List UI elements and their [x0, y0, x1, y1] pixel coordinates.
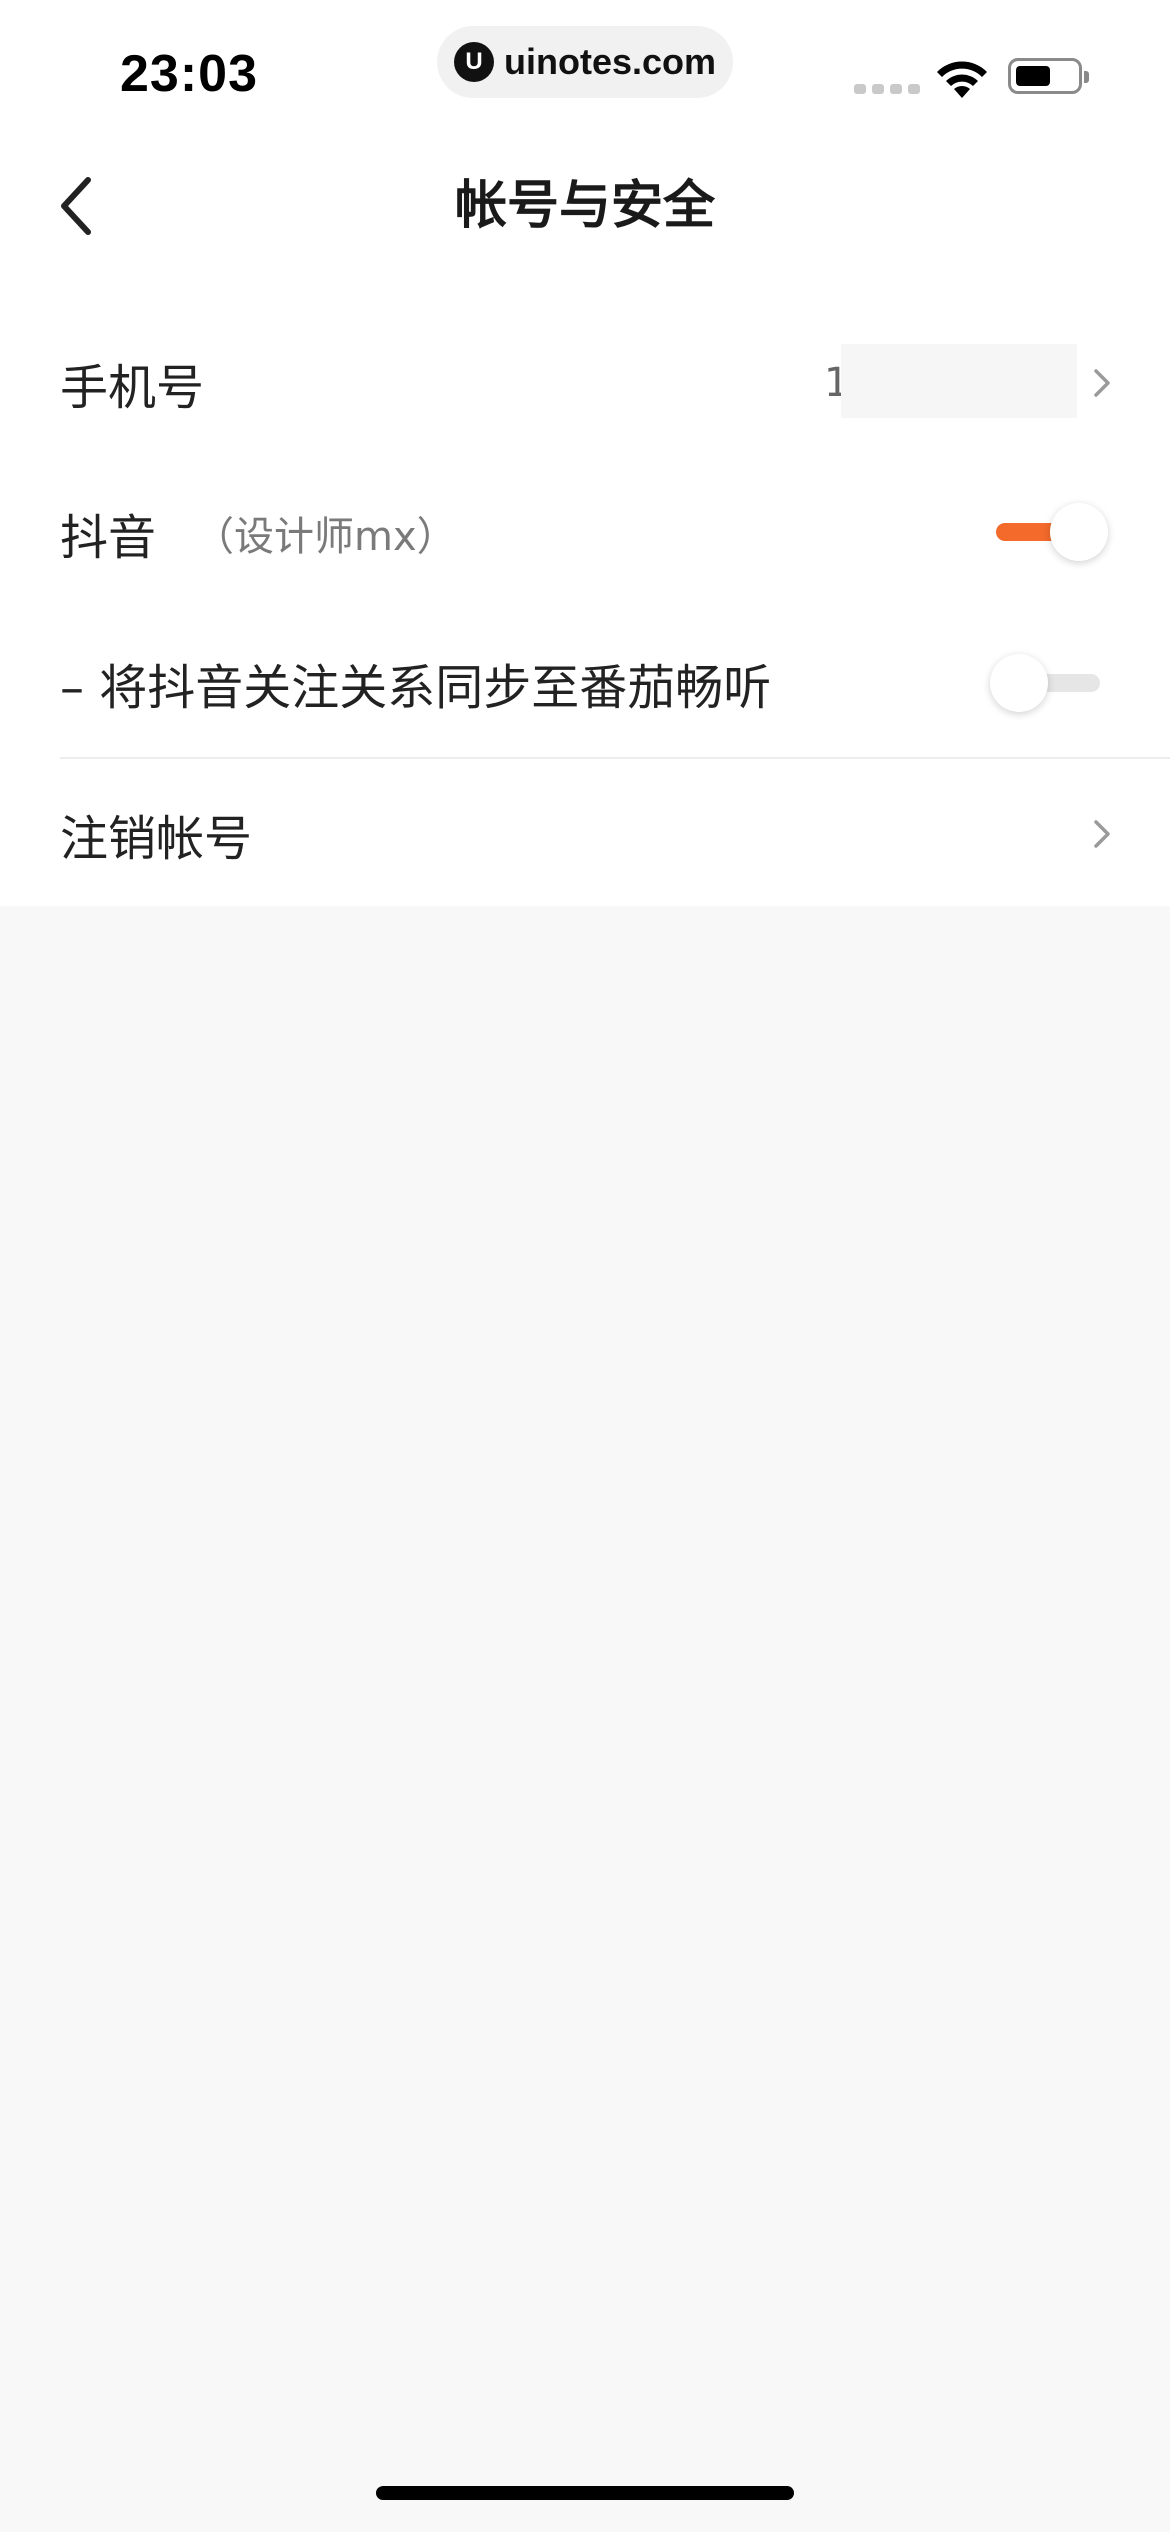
back-button[interactable]: [50, 168, 120, 244]
home-indicator: [376, 2486, 794, 2500]
battery-icon: [1008, 58, 1089, 94]
site-logo-icon: U: [453, 42, 494, 82]
chevron-left-icon: [61, 177, 91, 235]
deactivate-account-label: 注销帐号: [60, 811, 253, 867]
url-pill[interactable]: U uinotes.com: [437, 26, 733, 98]
douyin-bind-toggle[interactable]: [990, 503, 1110, 563]
phone-number-mask: [841, 344, 1077, 418]
phone-label: 手机号: [60, 360, 205, 416]
douyin-title: 抖音: [60, 510, 157, 566]
chevron-right-icon: [1094, 369, 1110, 397]
douyin-label: 抖音 （设计师mx）: [60, 458, 457, 608]
deactivate-account-row[interactable]: 注销帐号: [0, 759, 1170, 909]
toggle-knob: [1050, 503, 1108, 561]
douyin-account-name: （设计师mx）: [194, 514, 457, 560]
chevron-right-icon: [1094, 820, 1110, 848]
toggle-knob: [990, 654, 1048, 712]
page-title: 帐号与安全: [454, 176, 715, 236]
wifi-icon: [937, 61, 987, 98]
status-time: 23:03: [120, 45, 258, 103]
url-text: uinotes.com: [503, 41, 717, 82]
sync-follow-toggle[interactable]: [990, 654, 1110, 714]
sync-follow-label: – 将抖音关注关系同步至番茄畅听: [60, 660, 772, 716]
signal-icon: [854, 84, 920, 94]
